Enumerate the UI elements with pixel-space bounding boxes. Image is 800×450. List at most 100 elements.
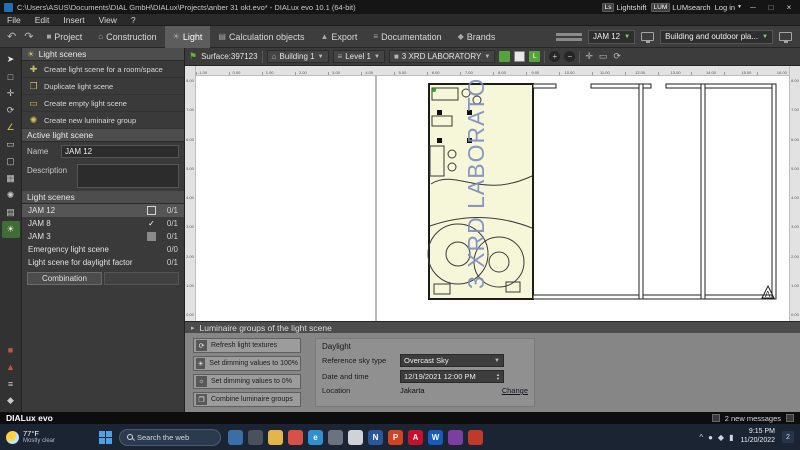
app-icon-1[interactable]: [228, 429, 243, 445]
undo-icon[interactable]: ↶: [4, 30, 19, 43]
pointer-tool-icon[interactable]: ➤: [2, 51, 20, 68]
set-dimming-0-button[interactable]: ☼ Set dimming values to 0%: [193, 374, 301, 389]
scene-checkbox[interactable]: [147, 206, 156, 215]
sheet-view-button[interactable]: [514, 51, 526, 62]
taskbar-search[interactable]: [119, 428, 221, 446]
clock[interactable]: 9:15 PM 11/20/2022: [740, 428, 775, 446]
start-button[interactable]: [99, 430, 112, 444]
app-icon-6[interactable]: [468, 429, 483, 445]
scene-checkbox[interactable]: ✓: [147, 219, 156, 228]
mode-select[interactable]: Building and outdoor pla... ▼: [660, 29, 773, 44]
room-tool-icon[interactable]: ▢: [2, 153, 20, 170]
marker-tool-icon[interactable]: ▲: [2, 358, 20, 375]
sky-type-select[interactable]: Overcast Sky ▼: [400, 354, 504, 367]
collapse-icon[interactable]: ▸: [191, 324, 195, 332]
tray-chevron-icon[interactable]: ^: [699, 433, 703, 442]
select-area-tool-icon[interactable]: □: [2, 68, 20, 85]
zoom-in-icon[interactable]: +: [549, 51, 561, 62]
ribbon-tab[interactable]: ≡ Documentation: [365, 26, 449, 48]
refresh-view-icon[interactable]: ⟳: [612, 51, 622, 62]
app-icon-3[interactable]: [328, 429, 343, 445]
stepper-icon[interactable]: ▲ ▼: [496, 372, 500, 381]
lightshift-button[interactable]: Ls Lightshift: [601, 2, 647, 12]
scene-scope-widget[interactable]: [556, 32, 582, 41]
move-tool-icon[interactable]: ✛: [2, 85, 20, 102]
calculation-surface-tool-icon[interactable]: ▤: [2, 204, 20, 221]
ribbon-tab[interactable]: ◆ Brands: [450, 26, 504, 48]
pan-icon[interactable]: ✛: [584, 51, 594, 62]
level-select[interactable]: ≡ Level 1 ▼: [332, 50, 385, 63]
volume-icon[interactable]: ◆: [718, 433, 724, 442]
description-input[interactable]: [77, 164, 179, 188]
battery-icon[interactable]: ▮: [729, 433, 733, 442]
layers-tool-icon[interactable]: ≡: [2, 375, 20, 392]
word-icon[interactable]: W: [428, 429, 443, 445]
ribbon-tab[interactable]: ⌂ Construction: [90, 26, 164, 48]
export-view-button[interactable]: L: [529, 51, 541, 62]
light-scene-select[interactable]: JAM 12 ▼: [588, 29, 636, 44]
maximize-button[interactable]: □: [764, 3, 778, 12]
furniture-tool-icon[interactable]: ▦: [2, 170, 20, 187]
menu-item[interactable]: File: [0, 15, 28, 25]
second-display-icon[interactable]: [779, 32, 792, 43]
acrobat-icon[interactable]: A: [408, 429, 423, 445]
folder-icon[interactable]: [268, 429, 283, 445]
space-select[interactable]: ■ 3 XRD LABORATORY ▼: [388, 50, 496, 63]
notification-icon[interactable]: 2: [782, 431, 794, 443]
menu-item[interactable]: Edit: [28, 15, 57, 25]
emergency-lighting-tool-icon[interactable]: ■: [2, 341, 20, 358]
notes-app-icon[interactable]: N: [368, 429, 383, 445]
daylight-tool-icon[interactable]: ☀: [1, 221, 20, 238]
combination-button[interactable]: Combination: [27, 272, 102, 285]
floor-plan-canvas[interactable]: 3 XRD LABORATORY A: [196, 76, 789, 321]
app-icon-4[interactable]: [348, 429, 363, 445]
ribbon-tab[interactable]: ▲ Export: [312, 26, 365, 48]
app-icon-2[interactable]: [248, 429, 263, 445]
scene-checkbox[interactable]: [147, 232, 156, 241]
measure-tool-icon[interactable]: ∠: [2, 119, 20, 136]
panel-toggle-icon[interactable]: [786, 414, 794, 422]
display-icon[interactable]: [641, 32, 655, 43]
JAM 12[interactable]: JAM 12 0/1: [22, 204, 184, 217]
ribbon-tab[interactable]: ▤ Calculation objects: [210, 26, 312, 48]
messages-indicator[interactable]: 2 new messages: [725, 414, 781, 423]
JAM 3[interactable]: JAM 3 0/1: [22, 230, 184, 243]
minimize-button[interactable]: ─: [746, 3, 760, 12]
close-button[interactable]: ×: [782, 3, 796, 12]
combine-luminaire-groups-button[interactable]: ❐ Combine luminaire groups: [193, 392, 301, 407]
wall-tool-icon[interactable]: ▭: [2, 136, 20, 153]
ribbon-tab[interactable]: ■ Project: [38, 26, 90, 48]
weather-widget[interactable]: 77°F Mostly clear: [6, 429, 92, 445]
datetime-input[interactable]: 12/19/2021 12:00 PM ▲ ▼: [400, 370, 504, 383]
set-dimming-100-button[interactable]: ☀ Set dimming values to 100%: [193, 356, 301, 371]
building-select[interactable]: ⌂ Building 1 ▼: [266, 50, 329, 63]
zoom-fit-icon[interactable]: ▭: [598, 51, 609, 62]
search-input[interactable]: [137, 432, 207, 442]
combination-secondary-button[interactable]: [104, 272, 179, 285]
create-luminaire-group-button[interactable]: ✺ Create new luminaire group: [22, 112, 184, 129]
zoom-out-icon[interactable]: −: [564, 51, 576, 62]
network-icon[interactable]: ●: [708, 433, 713, 442]
login-button[interactable]: Log in ▼: [715, 3, 742, 12]
messages-icon[interactable]: [711, 414, 720, 422]
scene-name-input[interactable]: [61, 145, 179, 158]
chrome-icon[interactable]: [288, 429, 303, 445]
create-empty-light-scene-button[interactable]: ▭ Create empty light scene: [22, 95, 184, 112]
Light scene for daylight factor[interactable]: Light scene for daylight factor 0/1: [22, 256, 184, 269]
menu-item[interactable]: View: [92, 15, 124, 25]
refresh-light-textures-button[interactable]: ⟳ Refresh light textures: [193, 338, 301, 353]
create-light-scene-button[interactable]: ✚ Create light scene for a room/space: [22, 61, 184, 78]
change-location-link[interactable]: Change: [502, 386, 528, 395]
view-2d-button[interactable]: [499, 51, 511, 62]
lumsearch-button[interactable]: LUM LUMsearch: [650, 2, 711, 12]
ribbon-tab[interactable]: ☀ Light: [164, 25, 211, 48]
rotate-tool-icon[interactable]: ⟳: [2, 102, 20, 119]
redo-icon[interactable]: ↷: [21, 30, 36, 43]
powerpoint-icon[interactable]: P: [388, 429, 403, 445]
settings-tool-icon[interactable]: ◆: [2, 392, 20, 409]
menu-item[interactable]: Insert: [56, 15, 91, 25]
menu-item[interactable]: ?: [124, 15, 143, 25]
JAM 8[interactable]: JAM 8 ✓ 0/1: [22, 217, 184, 230]
Emergency light scene[interactable]: Emergency light scene 0/0: [22, 243, 184, 256]
app-icon-5[interactable]: [448, 429, 463, 445]
